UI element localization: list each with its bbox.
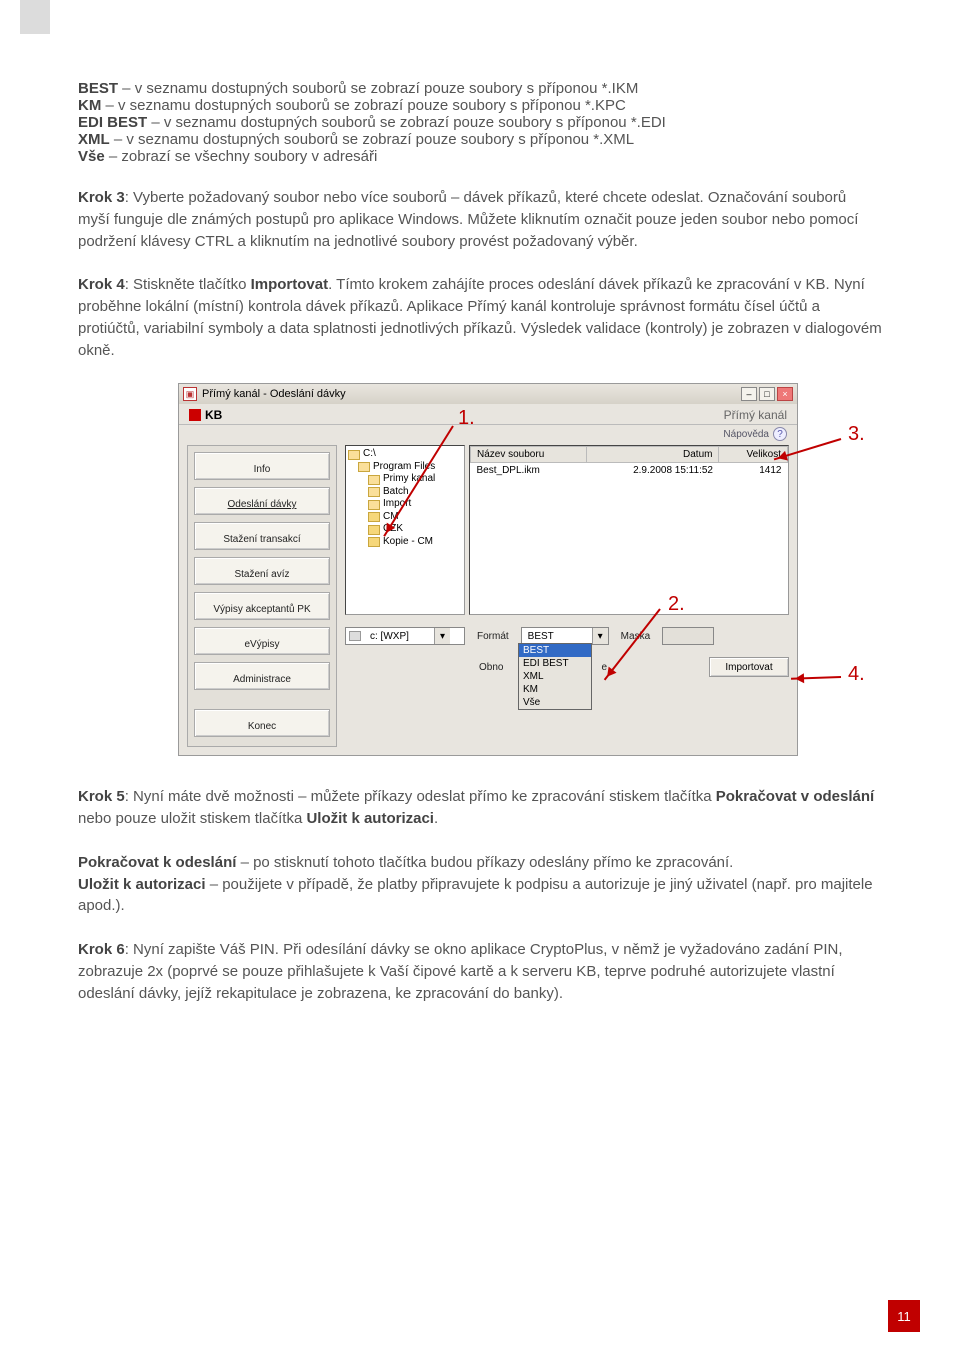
disk-icon	[349, 631, 361, 641]
def-xml-text: – v seznamu dostupných souborů se zobraz…	[110, 131, 634, 148]
kb-logo: KB	[189, 408, 222, 422]
screenshot-figure: ▣ Přímý kanál - Odeslání dávky – □ × KB …	[78, 383, 882, 786]
folder-open-icon	[368, 500, 380, 510]
arrow-4	[791, 676, 841, 680]
def-edibest-text: – v seznamu dostupných souborů se zobraz…	[147, 114, 666, 131]
drive-combo[interactable]: c: [WXP] ▾	[345, 627, 465, 645]
def-best-term: BEST	[78, 80, 118, 97]
dropdown-option[interactable]: Vše	[519, 696, 591, 709]
callout-4: 4.	[848, 663, 865, 686]
callout-1: 1.	[458, 407, 475, 430]
dropdown-option[interactable]: KM	[519, 683, 591, 696]
def-km-term: KM	[78, 97, 101, 114]
chevron-down-icon[interactable]: ▾	[592, 628, 608, 644]
step-4-button-ref: Importovat	[251, 276, 329, 293]
step-3: Krok 3: Vyberte požadovaný soubor nebo v…	[78, 187, 882, 252]
window-title: Přímý kanál - Odeslání dávky	[202, 388, 346, 400]
close-button[interactable]: ×	[777, 387, 793, 401]
def-vse-text: – zobrazí se všechny soubory v adresáři	[105, 148, 378, 165]
nav-column: Info Odeslání dávky Stažení transakcí St…	[187, 445, 337, 747]
def-best-text: – v seznamu dostupných souborů se zobraz…	[118, 80, 638, 97]
callout-2: 2.	[668, 593, 685, 616]
page-tab-decoration	[20, 0, 50, 34]
page-number: 11	[888, 1300, 920, 1332]
def-vse-term: Vše	[78, 148, 105, 165]
folder-icon	[368, 512, 380, 522]
dropdown-option[interactable]: XML	[519, 670, 591, 683]
nav-info[interactable]: Info	[194, 452, 330, 480]
help-icon[interactable]: ?	[773, 427, 787, 441]
document-content: BEST – v seznamu dostupných souborů se z…	[0, 0, 960, 1066]
maximize-button[interactable]: □	[759, 387, 775, 401]
folder-open-icon	[368, 475, 380, 485]
nav-vypisy-akceptantu[interactable]: Výpisy akceptantů PK	[194, 592, 330, 620]
controls-row-2: Obno BEST EDI BEST XML KM Vše e Importov…	[345, 651, 789, 677]
folder-open-icon	[348, 450, 360, 460]
step-6-label: Krok 6	[78, 941, 125, 958]
folder-open-icon	[358, 462, 370, 472]
folder-tree[interactable]: C:\ Program Files Primy kanal Batch Impo…	[345, 445, 465, 615]
import-button[interactable]: Importovat	[709, 657, 789, 677]
format-definitions: BEST – v seznamu dostupných souborů se z…	[78, 80, 882, 165]
def-edibest-term: EDI BEST	[78, 114, 147, 131]
def-km-text: – v seznamu dostupných souborů se zobraz…	[101, 97, 625, 114]
folder-open-icon	[368, 487, 380, 497]
dropdown-option[interactable]: EDI BEST	[519, 657, 591, 670]
help-bar: Nápověda ?	[179, 425, 797, 445]
callout-3: 3.	[848, 423, 865, 446]
file-list-header[interactable]: Název souboru Datum Velikost	[471, 447, 788, 463]
nav-administrace[interactable]: Administrace	[194, 662, 330, 690]
file-list[interactable]: Název souboru Datum Velikost Best_DPL.ik…	[469, 445, 789, 615]
title-bar[interactable]: ▣ Přímý kanál - Odeslání dávky – □ ×	[179, 384, 797, 404]
nav-stazeni-aviz[interactable]: Stažení avíz	[194, 557, 330, 585]
nav-odeslani-davky[interactable]: Odeslání dávky	[194, 487, 330, 515]
controls-row-1: c: [WXP] ▾ Formát BEST ▾ Maska	[345, 621, 789, 645]
folder-icon	[368, 525, 380, 535]
def-xml-term: XML	[78, 131, 110, 148]
format-dropdown-list[interactable]: BEST EDI BEST XML KM Vše	[518, 643, 592, 710]
step-4-label: Krok 4	[78, 276, 125, 293]
folder-icon	[368, 537, 380, 547]
app-window: ▣ Přímý kanál - Odeslání dávky – □ × KB …	[178, 383, 798, 756]
step-5-label: Krok 5	[78, 788, 125, 805]
help-link[interactable]: Nápověda	[723, 429, 769, 440]
step-6: Krok 6: Nyní zapište Váš PIN. Při odesíl…	[78, 939, 882, 1004]
nav-evypisy[interactable]: eVýpisy	[194, 627, 330, 655]
nav-stazeni-transakci[interactable]: Stažení transakcí	[194, 522, 330, 550]
step-3-text: : Vyberte požadovaný soubor nebo více so…	[78, 189, 858, 250]
file-row[interactable]: Best_DPL.ikm 2.9.2008 15:11:52 1412	[471, 463, 788, 479]
step-5: Krok 5: Nyní máte dvě možnosti – můžete …	[78, 786, 882, 830]
maska-field	[662, 627, 714, 645]
app-icon: ▣	[183, 387, 197, 401]
step-3-label: Krok 3	[78, 189, 125, 206]
app-subtitle: Přímý kanál	[724, 408, 787, 422]
chevron-down-icon[interactable]: ▾	[434, 628, 450, 644]
step-4: Krok 4: Stiskněte tlačítko Importovat. T…	[78, 274, 882, 361]
nav-konec[interactable]: Konec	[194, 709, 330, 737]
minimize-button[interactable]: –	[741, 387, 757, 401]
format-label: Formát	[477, 631, 509, 642]
brand-bar: KB Přímý kanál	[179, 404, 797, 425]
kb-logo-square	[189, 409, 201, 421]
obno-label: Obno	[479, 662, 503, 673]
dropdown-option[interactable]: BEST	[519, 644, 591, 657]
pokracovat-explain: Pokračovat k odeslání – po stisknutí toh…	[78, 852, 882, 917]
